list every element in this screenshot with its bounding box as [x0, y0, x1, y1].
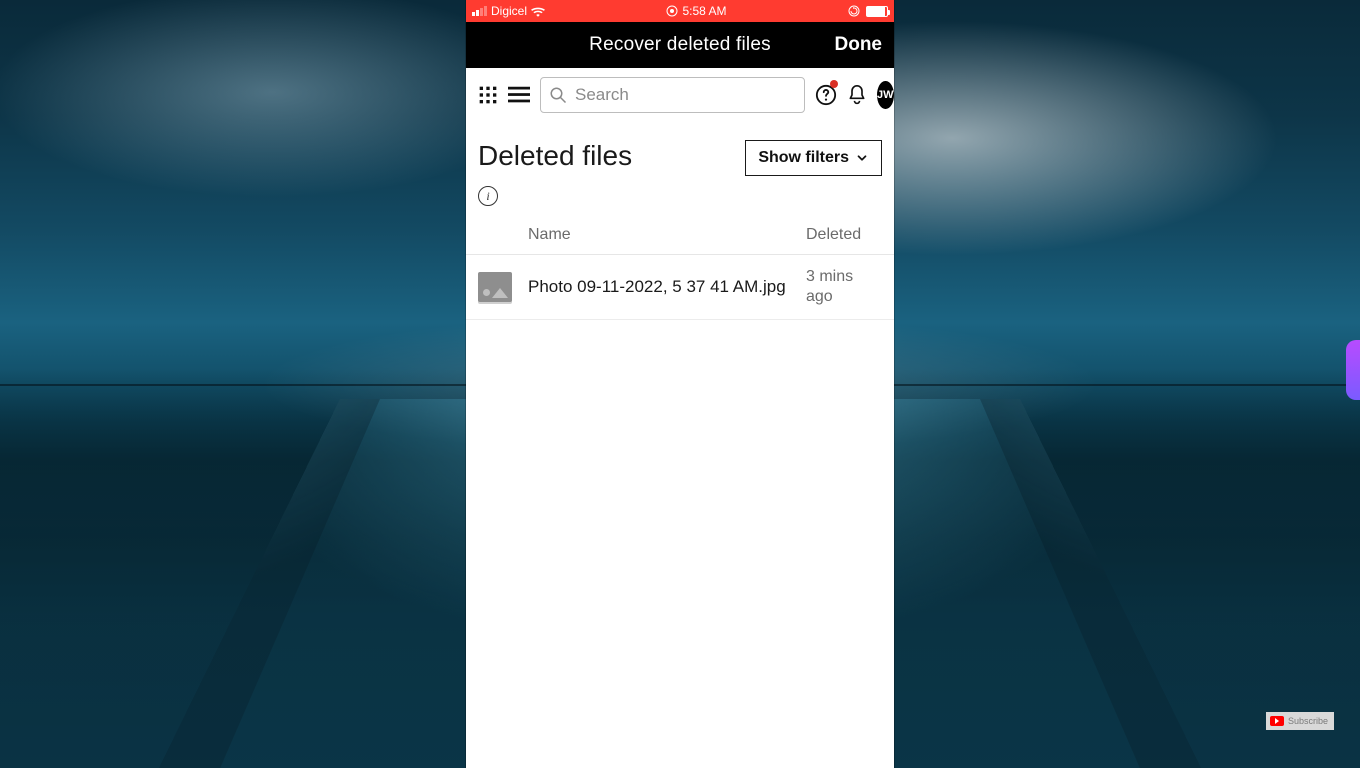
search-icon [549, 86, 567, 104]
show-filters-button[interactable]: Show filters [745, 140, 882, 176]
phone-frame: Digicel 5:58 AM Recover deleted files Do… [466, 0, 894, 768]
subscribe-label: Subscribe [1288, 716, 1328, 726]
app-nav-bar: Recover deleted files Done [466, 22, 894, 68]
list-view-button[interactable] [508, 81, 530, 109]
orientation-lock-icon [848, 5, 860, 17]
help-button[interactable] [815, 81, 837, 109]
carrier-label: Digicel [491, 4, 527, 18]
wifi-icon [531, 6, 545, 17]
desktop-background: Digicel 5:58 AM Recover deleted files Do… [0, 0, 1360, 768]
heading-row: Deleted files Show filters [466, 122, 894, 182]
grid-icon [478, 85, 498, 105]
table-header: Name Deleted [466, 216, 894, 255]
toolbar: JW [466, 68, 894, 122]
table-header-spacer [478, 226, 528, 244]
youtube-icon [1270, 716, 1284, 726]
notification-dot-icon [830, 80, 838, 88]
column-name[interactable]: Name [528, 226, 806, 244]
chevron-down-icon [855, 151, 869, 165]
file-name: Photo 09-11-2022, 5 37 41 AM.jpg [528, 276, 806, 297]
avatar[interactable]: JW [877, 81, 894, 109]
image-file-icon [478, 272, 512, 302]
info-icon[interactable]: i [478, 186, 498, 206]
page-title: Deleted files [478, 140, 632, 172]
bell-icon [847, 84, 867, 106]
ios-status-bar: Digicel 5:58 AM [466, 0, 894, 22]
avatar-initials: JW [877, 89, 894, 101]
status-center: 5:58 AM [545, 4, 848, 18]
done-button[interactable]: Done [835, 34, 883, 56]
recording-icon [666, 5, 678, 17]
status-left: Digicel [472, 4, 545, 18]
search-input[interactable] [575, 85, 796, 105]
status-right [848, 5, 888, 17]
signal-bars-icon [472, 6, 487, 16]
file-deleted-time: 3 mins ago [806, 267, 882, 307]
battery-icon [866, 6, 888, 17]
nav-title: Recover deleted files [589, 34, 771, 56]
table-row[interactable]: Photo 09-11-2022, 5 37 41 AM.jpg 3 mins … [466, 255, 894, 320]
side-handle[interactable] [1346, 340, 1360, 400]
notifications-button[interactable] [847, 81, 867, 109]
hamburger-icon [508, 86, 530, 104]
column-deleted[interactable]: Deleted [806, 226, 882, 244]
clock-label: 5:58 AM [682, 4, 726, 18]
show-filters-label: Show filters [758, 149, 849, 167]
info-row: i [466, 182, 894, 216]
grid-view-button[interactable] [478, 81, 498, 109]
subscribe-badge[interactable]: Subscribe [1266, 712, 1334, 730]
search-field[interactable] [540, 77, 805, 113]
